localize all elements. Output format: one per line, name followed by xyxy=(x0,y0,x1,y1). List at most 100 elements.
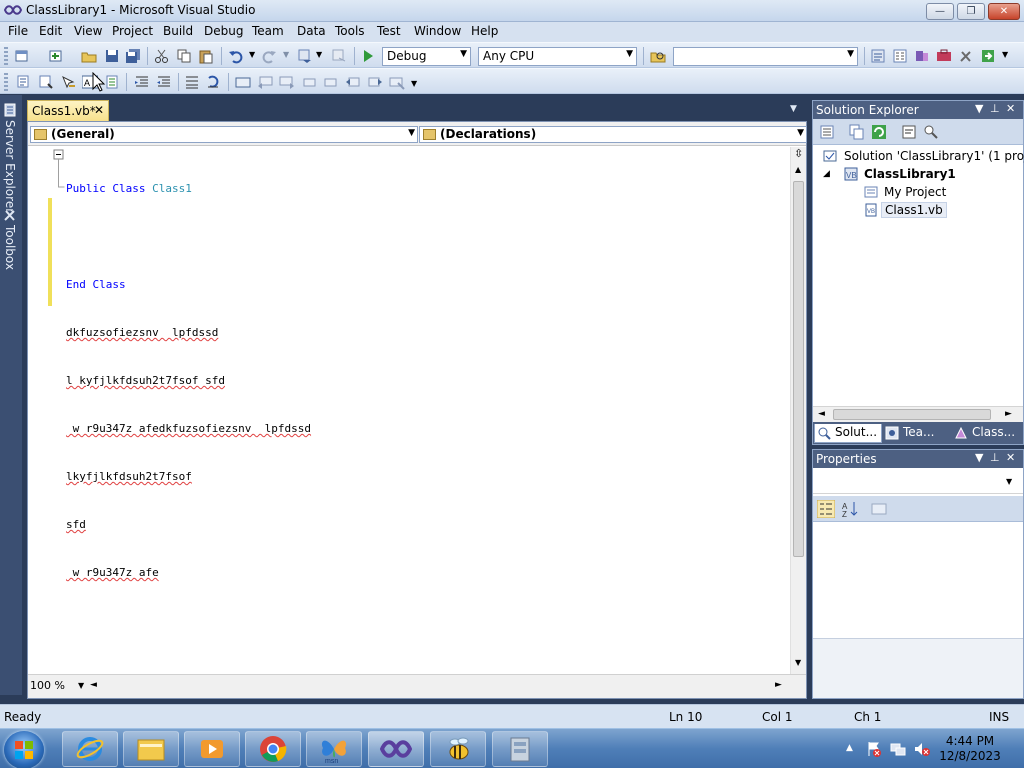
comment-block-icon[interactable] xyxy=(104,74,120,90)
view-code-icon[interactable] xyxy=(901,124,917,140)
maximize-button[interactable]: ❐ xyxy=(957,3,985,20)
taskbar-chrome[interactable] xyxy=(245,731,301,767)
display-object-member-list-icon[interactable] xyxy=(16,74,32,90)
scroll-down-icon[interactable]: ▼ xyxy=(795,658,801,667)
properties-window-icon[interactable] xyxy=(892,48,908,64)
cut-icon[interactable] xyxy=(154,48,170,64)
scroll-thumb[interactable] xyxy=(793,181,804,557)
previous-bookmark-icon[interactable] xyxy=(257,74,273,90)
save-icon[interactable] xyxy=(104,48,120,64)
properties-icon[interactable] xyxy=(819,124,835,140)
object-selector[interactable]: ▼ xyxy=(813,470,1023,494)
toolbar-overflow-icon[interactable]: ▼ xyxy=(1002,50,1008,59)
undo-dropdown-icon[interactable]: ▼ xyxy=(249,50,255,59)
increase-indent-icon[interactable] xyxy=(156,74,172,90)
previous-bookmark-in-document-icon[interactable] xyxy=(345,74,361,90)
document-list-dropdown-icon[interactable]: ▼ xyxy=(790,104,797,114)
redo-dropdown-icon[interactable]: ▼ xyxy=(283,50,289,59)
undo-icon[interactable] xyxy=(228,48,244,64)
find-combo[interactable]: ▼ xyxy=(673,47,858,66)
menu-window[interactable]: Window xyxy=(414,24,461,38)
menu-help[interactable]: Help xyxy=(471,24,498,38)
horizontal-scrollbar[interactable]: ◄ ► xyxy=(813,406,1023,422)
window-position-icon[interactable]: ▼ xyxy=(975,451,983,464)
members-dropdown[interactable]: (Declarations) ▼ xyxy=(419,126,807,143)
scroll-right-icon[interactable]: ► xyxy=(1005,409,1012,419)
start-button[interactable] xyxy=(4,731,44,768)
window-position-icon[interactable]: ▼ xyxy=(975,102,983,115)
outlining-collapse-icon[interactable] xyxy=(53,149,65,189)
class-diagram-icon[interactable] xyxy=(923,124,939,140)
minimize-button[interactable]: — xyxy=(926,3,954,20)
toolbox-tab[interactable]: Toolbox xyxy=(3,225,17,270)
tab-team-explorer[interactable]: Tea... xyxy=(883,424,951,443)
tree-item-solution[interactable]: Solution 'ClassLibrary1' (1 project) xyxy=(844,149,1024,163)
next-bookmark-in-document-icon[interactable] xyxy=(367,74,383,90)
start-page-icon[interactable] xyxy=(980,48,996,64)
taskbar-bee-app[interactable] xyxy=(430,731,486,767)
scroll-left-icon[interactable]: ◄ xyxy=(818,409,825,419)
menu-tools[interactable]: Tools xyxy=(335,24,365,38)
toggle-bookmark-icon[interactable] xyxy=(235,74,251,90)
tree-item-class1-vb[interactable]: Class1.vb xyxy=(881,202,947,218)
menu-edit[interactable]: Edit xyxy=(39,24,62,38)
scroll-right-icon[interactable]: ► xyxy=(775,680,782,690)
alphabetical-icon[interactable]: AZ xyxy=(841,500,859,518)
refresh-icon[interactable] xyxy=(871,124,887,140)
menu-debug[interactable]: Debug xyxy=(204,24,243,38)
start-debugging-icon[interactable] xyxy=(360,48,376,64)
menu-project[interactable]: Project xyxy=(112,24,153,38)
types-dropdown[interactable]: (General) ▼ xyxy=(30,126,418,143)
toolbar-grip[interactable] xyxy=(4,73,8,91)
toolbox-window-icon[interactable] xyxy=(936,48,952,64)
code-text[interactable]: Public Class Class1 End Class dkfuzsofie… xyxy=(66,149,792,674)
tools-icon[interactable] xyxy=(958,48,974,64)
zoom-level[interactable]: 100 % xyxy=(30,679,65,692)
taskbar-media-player[interactable] xyxy=(184,731,240,767)
auto-hide-pin-icon[interactable]: ⊥ xyxy=(990,102,1000,115)
expand-arrow-icon[interactable]: ◢ xyxy=(823,169,830,179)
taskbar-archive-app[interactable] xyxy=(492,731,548,767)
menu-view[interactable]: View xyxy=(74,24,102,38)
previous-bookmark-in-folder-icon[interactable] xyxy=(301,74,317,90)
solution-explorer-header[interactable]: Solution Explorer ▼ ⊥ ✕ xyxy=(813,101,1023,119)
properties-header[interactable]: Properties ▼ ⊥ ✕ xyxy=(813,450,1023,468)
server-explorer-tab[interactable]: Server Explorer xyxy=(3,120,17,213)
menu-file[interactable]: File xyxy=(8,24,28,38)
close-icon[interactable]: ✕ xyxy=(1006,102,1015,115)
menu-team[interactable]: Team xyxy=(252,24,284,38)
configuration-select[interactable]: Debug ▼ xyxy=(382,47,471,66)
object-browser-icon[interactable] xyxy=(914,48,930,64)
close-icon[interactable]: ✕ xyxy=(1006,451,1015,464)
show-all-files-icon[interactable] xyxy=(849,124,865,140)
action-center-icon[interactable] xyxy=(866,741,882,757)
navigate-dropdown-icon[interactable]: ▼ xyxy=(316,50,322,59)
taskbar-visual-studio[interactable] xyxy=(368,731,424,767)
network-icon[interactable] xyxy=(890,741,906,757)
taskbar-msn[interactable]: msn xyxy=(306,731,362,767)
zoom-dropdown-icon[interactable]: ▼ xyxy=(78,681,84,690)
paste-icon[interactable] xyxy=(198,48,214,64)
close-icon[interactable]: ✕ xyxy=(94,103,104,117)
redo-icon[interactable] xyxy=(261,48,277,64)
toolbar-overflow-icon[interactable]: ▼ xyxy=(411,79,417,88)
add-item-icon[interactable] xyxy=(48,48,64,64)
split-handle-icon[interactable]: ⇳ xyxy=(794,147,803,160)
next-bookmark-icon[interactable] xyxy=(279,74,295,90)
copy-icon[interactable] xyxy=(176,48,192,64)
vertical-scrollbar[interactable]: ⇳ ▲ ▼ xyxy=(790,147,806,674)
menu-data[interactable]: Data xyxy=(297,24,326,38)
decrease-indent-icon[interactable] xyxy=(134,74,150,90)
property-pages-icon[interactable] xyxy=(871,501,887,517)
find-in-files-icon[interactable] xyxy=(650,48,666,64)
tab-solution-explorer[interactable]: Solut... xyxy=(814,424,882,443)
auto-hide-pin-icon[interactable]: ⊥ xyxy=(990,451,1000,464)
tree-item-my-project[interactable]: My Project xyxy=(884,185,946,199)
display-quick-info-icon[interactable] xyxy=(60,74,76,90)
comment-lines-icon[interactable] xyxy=(184,74,200,90)
navigate-forward-icon[interactable] xyxy=(331,48,347,64)
clear-bookmarks-icon[interactable] xyxy=(389,74,405,90)
platform-select[interactable]: Any CPU ▼ xyxy=(478,47,637,66)
taskbar-internet-explorer[interactable] xyxy=(62,731,118,767)
categorized-icon[interactable] xyxy=(817,500,835,518)
